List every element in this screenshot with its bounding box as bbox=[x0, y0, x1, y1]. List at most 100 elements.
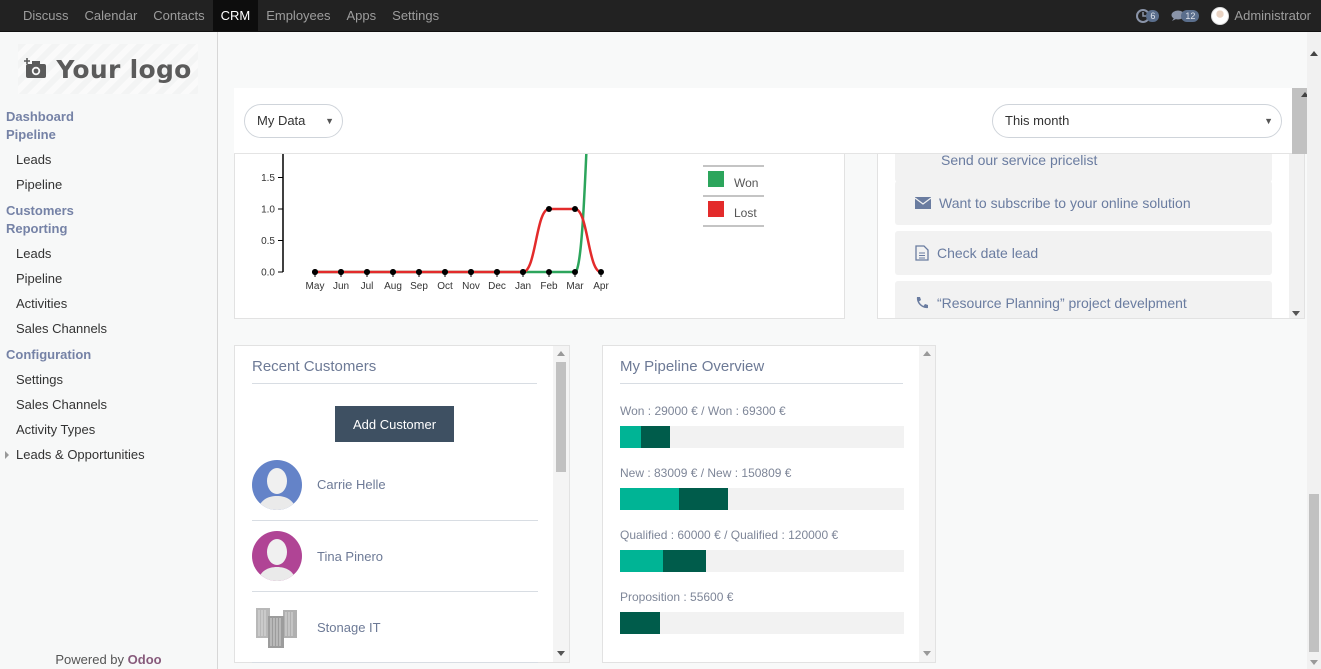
app-calendar[interactable]: Calendar bbox=[77, 0, 146, 31]
activity-menu-button[interactable]: 6 bbox=[1136, 8, 1160, 23]
x-tick-label: Sep bbox=[410, 281, 428, 292]
data-point-won bbox=[390, 269, 396, 275]
sidebar-item-activity-types[interactable]: Activity Types bbox=[0, 417, 217, 442]
pipeline-progress-bar bbox=[620, 488, 904, 510]
person-silhouette-icon bbox=[258, 467, 296, 510]
scroll-down-arrow-icon[interactable] bbox=[1292, 311, 1300, 316]
activities-scrollbar[interactable] bbox=[1289, 154, 1304, 318]
page-scrollbar[interactable] bbox=[1307, 32, 1321, 669]
legend-swatch-won bbox=[708, 171, 724, 187]
recent-customers-scrollbar[interactable] bbox=[553, 346, 569, 662]
period-select[interactable]: This month ▼ bbox=[992, 104, 1282, 138]
period-select-value: This month bbox=[1005, 113, 1070, 128]
legend-label-lost: Lost bbox=[734, 206, 757, 220]
activity-label: “Resource Planning” project develpment bbox=[937, 295, 1187, 311]
messages-menu-button[interactable]: 12 bbox=[1171, 9, 1200, 22]
recent-customers-scrollbar-thumb[interactable] bbox=[556, 362, 566, 472]
sidebar-section-reporting[interactable]: Reporting bbox=[0, 220, 217, 238]
app-menu: Discuss Calendar Contacts CRM Employees … bbox=[15, 0, 447, 31]
y-tick-label: 1.0 bbox=[261, 205, 275, 216]
data-point-won bbox=[546, 269, 552, 275]
scroll-up-arrow-icon[interactable] bbox=[1310, 51, 1318, 56]
legend-label-won: Won bbox=[734, 176, 758, 190]
won-lost-chart: 0.0 0.5 1.0 1.5 May Jun Jul Aug Sep Oct Nov Dec Jan F… bbox=[261, 154, 764, 292]
divider bbox=[252, 662, 538, 663]
data-point-lost bbox=[572, 206, 578, 212]
pipeline-progress-bar bbox=[620, 550, 904, 572]
customer-avatar bbox=[252, 602, 302, 652]
page-scrollbar-thumb[interactable] bbox=[1309, 494, 1319, 652]
scroll-up-arrow-icon[interactable] bbox=[923, 351, 931, 356]
sidebar-section-pipeline[interactable]: Pipeline bbox=[0, 126, 217, 144]
powered-by-brand[interactable]: Odoo bbox=[128, 652, 162, 667]
app-discuss[interactable]: Discuss bbox=[15, 0, 77, 31]
chevron-down-icon: ▼ bbox=[325, 116, 334, 126]
activity-item[interactable]: Want to subscribe to your online solutio… bbox=[895, 181, 1272, 225]
x-tick-label: Oct bbox=[437, 281, 453, 292]
activities-panel: Send our service pricelist Want to subsc… bbox=[877, 154, 1305, 319]
add-customer-button[interactable]: Add Customer bbox=[335, 406, 454, 442]
pipeline-overview-title: My Pipeline Overview bbox=[620, 358, 765, 375]
activity-label: Check date lead bbox=[937, 245, 1039, 261]
pipeline-total-segment bbox=[620, 612, 660, 634]
customer-item[interactable]: Stonage IT bbox=[252, 591, 538, 662]
activity-item[interactable]: Send our service pricelist bbox=[895, 154, 1272, 182]
pipeline-progress-bar bbox=[620, 426, 904, 448]
user-name: Administrator bbox=[1234, 8, 1311, 23]
sidebar-item-reporting-leads[interactable]: Leads bbox=[0, 241, 217, 266]
app-employees[interactable]: Employees bbox=[258, 0, 338, 31]
phone-icon bbox=[916, 297, 928, 309]
scroll-down-arrow-icon[interactable] bbox=[557, 651, 565, 656]
customer-name: Tina Pinero bbox=[317, 548, 383, 564]
app-settings[interactable]: Settings bbox=[384, 0, 447, 31]
sidebar-item-reporting-pipeline[interactable]: Pipeline bbox=[0, 266, 217, 291]
app-contacts[interactable]: Contacts bbox=[145, 0, 212, 31]
message-count-badge: 12 bbox=[1181, 9, 1200, 22]
company-logo[interactable]: Your logo bbox=[18, 44, 198, 94]
app-crm[interactable]: CRM bbox=[212, 0, 259, 31]
sidebar-section-dashboard[interactable]: Dashboard bbox=[0, 108, 217, 126]
customer-item[interactable]: Carrie Helle bbox=[252, 449, 538, 520]
activity-scrollbar-thumb[interactable] bbox=[1292, 88, 1308, 154]
sidebar-item-sales-channels[interactable]: Sales Channels bbox=[0, 316, 217, 341]
pipeline-overview-scrollbar[interactable] bbox=[919, 346, 935, 662]
sidebar-menu: Dashboard Pipeline Leads Pipeline Custom… bbox=[0, 108, 217, 467]
legend-swatch-lost bbox=[708, 201, 724, 217]
x-tick-label: Jun bbox=[333, 281, 349, 292]
sidebar-item-leads-opportunities[interactable]: Leads & Opportunities bbox=[0, 442, 217, 467]
customer-avatar bbox=[252, 531, 302, 581]
scroll-up-arrow-icon[interactable] bbox=[557, 351, 565, 356]
pipeline-stage-label: Won : 29000 € / Won : 69300 € bbox=[620, 404, 786, 418]
scroll-down-arrow-icon[interactable] bbox=[1310, 660, 1318, 665]
app-apps[interactable]: Apps bbox=[339, 0, 385, 31]
x-tick-label: Jul bbox=[361, 281, 374, 292]
y-tick-label: 0.0 bbox=[261, 268, 275, 279]
activity-count-badge: 6 bbox=[1146, 9, 1160, 22]
systray: 6 12 Administrator bbox=[1136, 0, 1311, 31]
envelope-icon bbox=[915, 197, 931, 209]
chevron-down-icon: ▼ bbox=[1264, 116, 1273, 126]
dashboard-content: My Data ▼ This month ▼ 0.0 0.5 1.0 1.5 May Ju… bbox=[218, 32, 1321, 669]
data-point-lost bbox=[598, 269, 604, 275]
sidebar-section-configuration[interactable]: Configuration bbox=[0, 346, 217, 364]
sidebar-item-pipeline[interactable]: Pipeline bbox=[0, 172, 217, 197]
sidebar-section-customers[interactable]: Customers bbox=[0, 202, 217, 220]
activity-item[interactable]: “Resource Planning” project develpment bbox=[895, 281, 1272, 318]
scope-select[interactable]: My Data ▼ bbox=[244, 104, 343, 138]
sidebar-item-settings[interactable]: Settings bbox=[0, 367, 217, 392]
user-menu[interactable]: Administrator bbox=[1211, 6, 1311, 25]
data-point-lost bbox=[546, 206, 552, 212]
sidebar-item-leads[interactable]: Leads bbox=[0, 147, 217, 172]
customer-item[interactable]: Tina Pinero bbox=[252, 520, 538, 591]
sidebar-item-activities[interactable]: Activities bbox=[0, 291, 217, 316]
scroll-down-arrow-icon[interactable] bbox=[923, 651, 931, 656]
document-icon bbox=[915, 245, 929, 261]
data-point-won bbox=[364, 269, 370, 275]
x-tick-label: Nov bbox=[462, 281, 480, 292]
logo-text: Your logo bbox=[56, 54, 192, 84]
data-point-won bbox=[338, 269, 344, 275]
pipeline-overview-card: My Pipeline Overview Won : 29000 € / Won… bbox=[602, 345, 936, 663]
x-tick-label: Feb bbox=[540, 281, 558, 292]
sidebar-item-config-sales-channels[interactable]: Sales Channels bbox=[0, 392, 217, 417]
activity-item[interactable]: Check date lead bbox=[895, 231, 1272, 275]
